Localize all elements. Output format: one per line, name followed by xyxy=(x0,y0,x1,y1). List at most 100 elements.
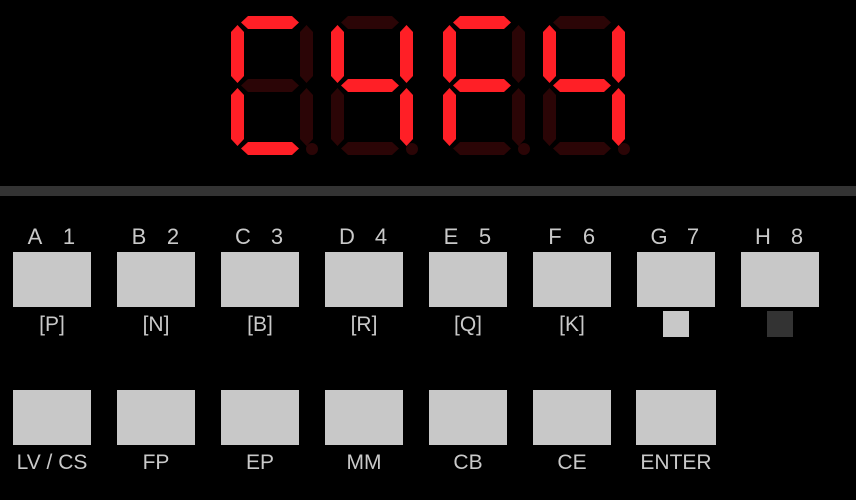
key-bottom-label-e: [Q] xyxy=(453,313,482,336)
digit-2-segment-g xyxy=(453,79,511,92)
digit-0-segment-b xyxy=(300,25,313,83)
display-panel xyxy=(0,0,856,186)
key-bottom-label-d: [R] xyxy=(350,313,378,336)
key-number-label: 8 xyxy=(790,224,804,249)
digit-1-segment-e xyxy=(331,88,344,146)
key-top-label-h: H8 xyxy=(728,222,832,252)
digit-0-segment-d xyxy=(241,142,299,155)
digit-2-segment-f xyxy=(443,25,456,83)
seven-segment-digit-0 xyxy=(228,14,318,162)
digit-3-decimal-point xyxy=(618,143,630,155)
digit-group-left xyxy=(228,14,418,169)
digit-2-decimal-point xyxy=(518,143,530,155)
led-indicator-h xyxy=(767,311,793,337)
key-label-ce: CE xyxy=(557,451,587,474)
key-letter-label: H xyxy=(755,224,771,249)
key-number-label: 7 xyxy=(686,224,700,249)
digit-0-segment-e xyxy=(231,88,244,146)
key-number-label: 1 xyxy=(62,224,76,249)
digit-3-segment-f xyxy=(543,25,556,83)
key-label-lv-cs: LV / CS xyxy=(16,451,88,474)
digit-1-segment-g xyxy=(341,79,399,92)
key-column-b: B 2 [N] xyxy=(104,222,208,340)
key-column-enter: ENTER xyxy=(624,390,728,478)
panel-divider xyxy=(0,186,856,196)
digit-2-segment-c xyxy=(512,88,525,146)
digit-3-segment-e xyxy=(543,88,556,146)
digit-0-segment-c xyxy=(300,88,313,146)
key-column-a: A 1 [P] xyxy=(0,222,104,340)
digit-1-segment-b xyxy=(400,25,413,83)
key-button-a[interactable] xyxy=(13,252,91,307)
key-top-label-d: D4 xyxy=(312,222,416,252)
key-label-cb: CB xyxy=(453,451,483,474)
digit-2-segment-a xyxy=(453,16,511,29)
key-column-cb: CB xyxy=(416,390,520,478)
key-letter-label: E xyxy=(443,224,459,249)
key-column-ep: EP xyxy=(208,390,312,478)
key-button-enter[interactable] xyxy=(636,390,716,445)
seven-segment-digit-3 xyxy=(540,14,630,162)
key-bottom-label-a: [P] xyxy=(39,313,65,336)
key-column-ce: CE xyxy=(520,390,624,478)
key-button-ep[interactable] xyxy=(221,390,299,445)
digit-1-decimal-point xyxy=(406,143,418,155)
key-letter-label: F xyxy=(548,224,562,249)
key-bottom-label-f: [K] xyxy=(559,313,585,336)
key-column-h: H8 xyxy=(728,222,832,337)
key-button-fp[interactable] xyxy=(117,390,195,445)
digit-3-segment-b xyxy=(612,25,625,83)
key-number-label: 3 xyxy=(270,224,284,249)
key-top-label-f: F6 xyxy=(520,222,624,252)
key-label-mm: MM xyxy=(346,451,382,474)
key-top-label-a: A1 xyxy=(0,222,104,252)
digit-3-segment-d xyxy=(553,142,611,155)
key-button-d[interactable] xyxy=(325,252,403,307)
key-button-e[interactable] xyxy=(429,252,507,307)
digit-1-segment-c xyxy=(400,88,413,146)
key-top-label-c: C3 xyxy=(208,222,312,252)
key-label-fp: FP xyxy=(142,451,170,474)
digit-0-segment-f xyxy=(231,25,244,83)
key-button-lv-cs[interactable] xyxy=(13,390,91,445)
key-column-e: E 5 [Q] xyxy=(416,222,520,340)
digit-0-segment-a xyxy=(241,16,299,29)
key-button-f[interactable] xyxy=(533,252,611,307)
key-button-g[interactable] xyxy=(637,252,715,307)
key-column-fp: FP xyxy=(104,390,208,478)
key-button-mm[interactable] xyxy=(325,390,403,445)
key-button-cb[interactable] xyxy=(429,390,507,445)
key-column-lv-cs: LV / CS xyxy=(0,390,104,478)
key-bottom-label-b: [N] xyxy=(142,313,170,336)
key-number-label: 6 xyxy=(582,224,596,249)
digit-0-decimal-point xyxy=(306,143,318,155)
digit-3-segment-a xyxy=(553,16,611,29)
key-column-mm: MM xyxy=(312,390,416,478)
digit-1-segment-a xyxy=(341,16,399,29)
key-letter-label: D xyxy=(339,224,355,249)
key-label-enter: ENTER xyxy=(640,451,712,474)
digit-3-segment-c xyxy=(612,88,625,146)
key-column-c: C 3 [B] xyxy=(208,222,312,340)
key-number-label: 4 xyxy=(374,224,388,249)
key-top-label-e: E5 xyxy=(416,222,520,252)
digit-1-segment-d xyxy=(341,142,399,155)
key-label-ep: EP xyxy=(245,451,274,474)
key-number-label: 2 xyxy=(166,224,180,249)
key-top-label-g: G7 xyxy=(624,222,728,252)
key-column-g: G7 xyxy=(624,222,728,337)
key-bottom-label-c: [B] xyxy=(247,313,273,336)
key-letter-label: B xyxy=(131,224,147,249)
digit-2-segment-b xyxy=(512,25,525,83)
key-column-f: F 6 [K] xyxy=(520,222,624,340)
key-button-c[interactable] xyxy=(221,252,299,307)
key-letter-label: A xyxy=(27,224,43,249)
digit-1-segment-f xyxy=(331,25,344,83)
digit-2-segment-e xyxy=(443,88,456,146)
key-button-h[interactable] xyxy=(741,252,819,307)
key-button-b[interactable] xyxy=(117,252,195,307)
key-button-ce[interactable] xyxy=(533,390,611,445)
seven-segment-digit-1 xyxy=(328,14,418,162)
digit-group-right xyxy=(440,14,630,169)
key-number-label: 5 xyxy=(478,224,492,249)
